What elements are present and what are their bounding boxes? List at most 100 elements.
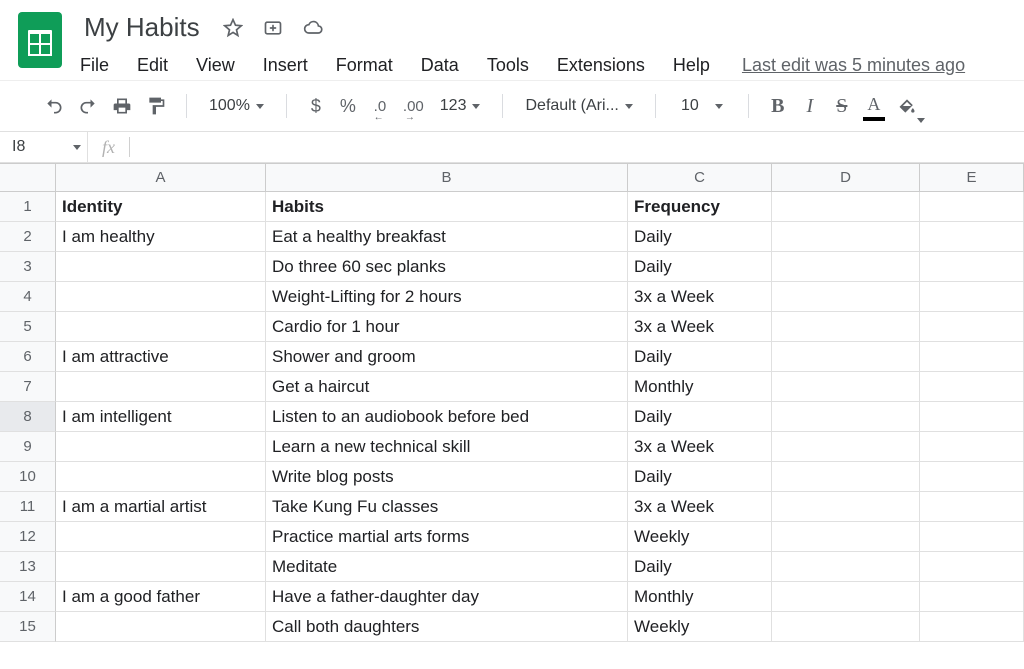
paint-format-button[interactable] [142,91,170,121]
column-header-E[interactable]: E [920,164,1024,192]
cell[interactable]: 3x a Week [628,282,772,312]
cell[interactable]: Daily [628,462,772,492]
zoom-dropdown[interactable]: 100% [203,91,270,121]
increase-decimal-button[interactable]: .00→ [399,91,428,121]
cell[interactable] [56,552,266,582]
redo-button[interactable] [74,91,102,121]
row-header[interactable]: 7 [0,372,56,402]
menu-insert[interactable]: Insert [249,51,322,80]
row-header[interactable]: 1 [0,192,56,222]
text-color-button[interactable]: A [861,91,887,121]
cell[interactable] [772,432,920,462]
cell[interactable]: Have a father-daughter day [266,582,628,612]
cell[interactable]: Practice martial arts forms [266,522,628,552]
cell[interactable]: Weekly [628,522,772,552]
cell[interactable] [772,282,920,312]
menu-view[interactable]: View [182,51,249,80]
cell[interactable] [920,432,1024,462]
row-header[interactable]: 4 [0,282,56,312]
cell[interactable] [920,582,1024,612]
cell[interactable] [772,222,920,252]
cell[interactable] [920,372,1024,402]
cell[interactable] [920,462,1024,492]
cell[interactable] [920,312,1024,342]
bold-button[interactable]: B [765,91,791,121]
cell[interactable]: Learn a new technical skill [266,432,628,462]
cell[interactable]: Call both daughters [266,612,628,642]
cell[interactable]: I am attractive [56,342,266,372]
cell[interactable] [920,282,1024,312]
row-header[interactable]: 13 [0,552,56,582]
cloud-status-icon[interactable] [302,17,324,39]
cell[interactable] [772,372,920,402]
cell[interactable] [56,612,266,642]
cell[interactable] [56,462,266,492]
cell[interactable]: Take Kung Fu classes [266,492,628,522]
cell[interactable] [920,552,1024,582]
row-header[interactable]: 14 [0,582,56,612]
last-edit-link[interactable]: Last edit was 5 minutes ago [742,55,965,76]
menu-extensions[interactable]: Extensions [543,51,659,80]
cell[interactable] [920,522,1024,552]
cell[interactable]: Daily [628,402,772,432]
row-header[interactable]: 10 [0,462,56,492]
cell[interactable] [920,342,1024,372]
cell[interactable] [56,252,266,282]
cell[interactable]: I am a good father [56,582,266,612]
cell[interactable]: Cardio for 1 hour [266,312,628,342]
cell[interactable] [920,402,1024,432]
decrease-decimal-button[interactable]: .0← [367,91,393,121]
select-all-corner[interactable] [0,164,56,192]
fill-color-button[interactable] [893,91,921,121]
cell[interactable] [56,522,266,552]
cell[interactable]: Monthly [628,372,772,402]
column-header-D[interactable]: D [772,164,920,192]
cell[interactable]: Daily [628,252,772,282]
cell[interactable] [56,372,266,402]
cell[interactable]: Monthly [628,582,772,612]
cell[interactable] [772,342,920,372]
cell[interactable]: Daily [628,222,772,252]
cell[interactable]: Eat a healthy breakfast [266,222,628,252]
row-header[interactable]: 9 [0,432,56,462]
cell[interactable] [56,432,266,462]
row-header[interactable]: 12 [0,522,56,552]
menu-format[interactable]: Format [322,51,407,80]
menu-help[interactable]: Help [659,51,724,80]
row-header[interactable]: 6 [0,342,56,372]
column-header-C[interactable]: C [628,164,772,192]
cell[interactable] [920,252,1024,282]
name-box[interactable]: I8 [0,132,88,162]
cell[interactable] [772,252,920,282]
cell[interactable] [920,492,1024,522]
cell[interactable] [772,462,920,492]
cell[interactable] [56,312,266,342]
cell[interactable] [772,522,920,552]
cell[interactable]: Weekly [628,612,772,642]
cell[interactable]: Get a haircut [266,372,628,402]
strikethrough-button[interactable]: S [829,91,855,121]
print-button[interactable] [108,91,136,121]
cell[interactable] [56,282,266,312]
number-format-dropdown[interactable]: 123 [434,91,487,121]
cell[interactable] [772,492,920,522]
cell[interactable] [772,402,920,432]
cell[interactable]: Listen to an audiobook before bed [266,402,628,432]
format-percent-button[interactable]: % [335,91,361,121]
cell[interactable] [772,612,920,642]
row-header[interactable]: 11 [0,492,56,522]
row-header[interactable]: 3 [0,252,56,282]
cell[interactable] [772,192,920,222]
cell[interactable]: Do three 60 sec planks [266,252,628,282]
cell[interactable] [772,312,920,342]
row-header[interactable]: 15 [0,612,56,642]
star-icon[interactable] [222,17,244,39]
cell[interactable]: Daily [628,342,772,372]
row-header[interactable]: 8 [0,402,56,432]
font-family-dropdown[interactable]: Default (Ari... [519,91,638,121]
cell[interactable]: I am healthy [56,222,266,252]
menu-tools[interactable]: Tools [473,51,543,80]
cell[interactable] [772,582,920,612]
row-header[interactable]: 5 [0,312,56,342]
formula-input[interactable] [130,132,1024,162]
